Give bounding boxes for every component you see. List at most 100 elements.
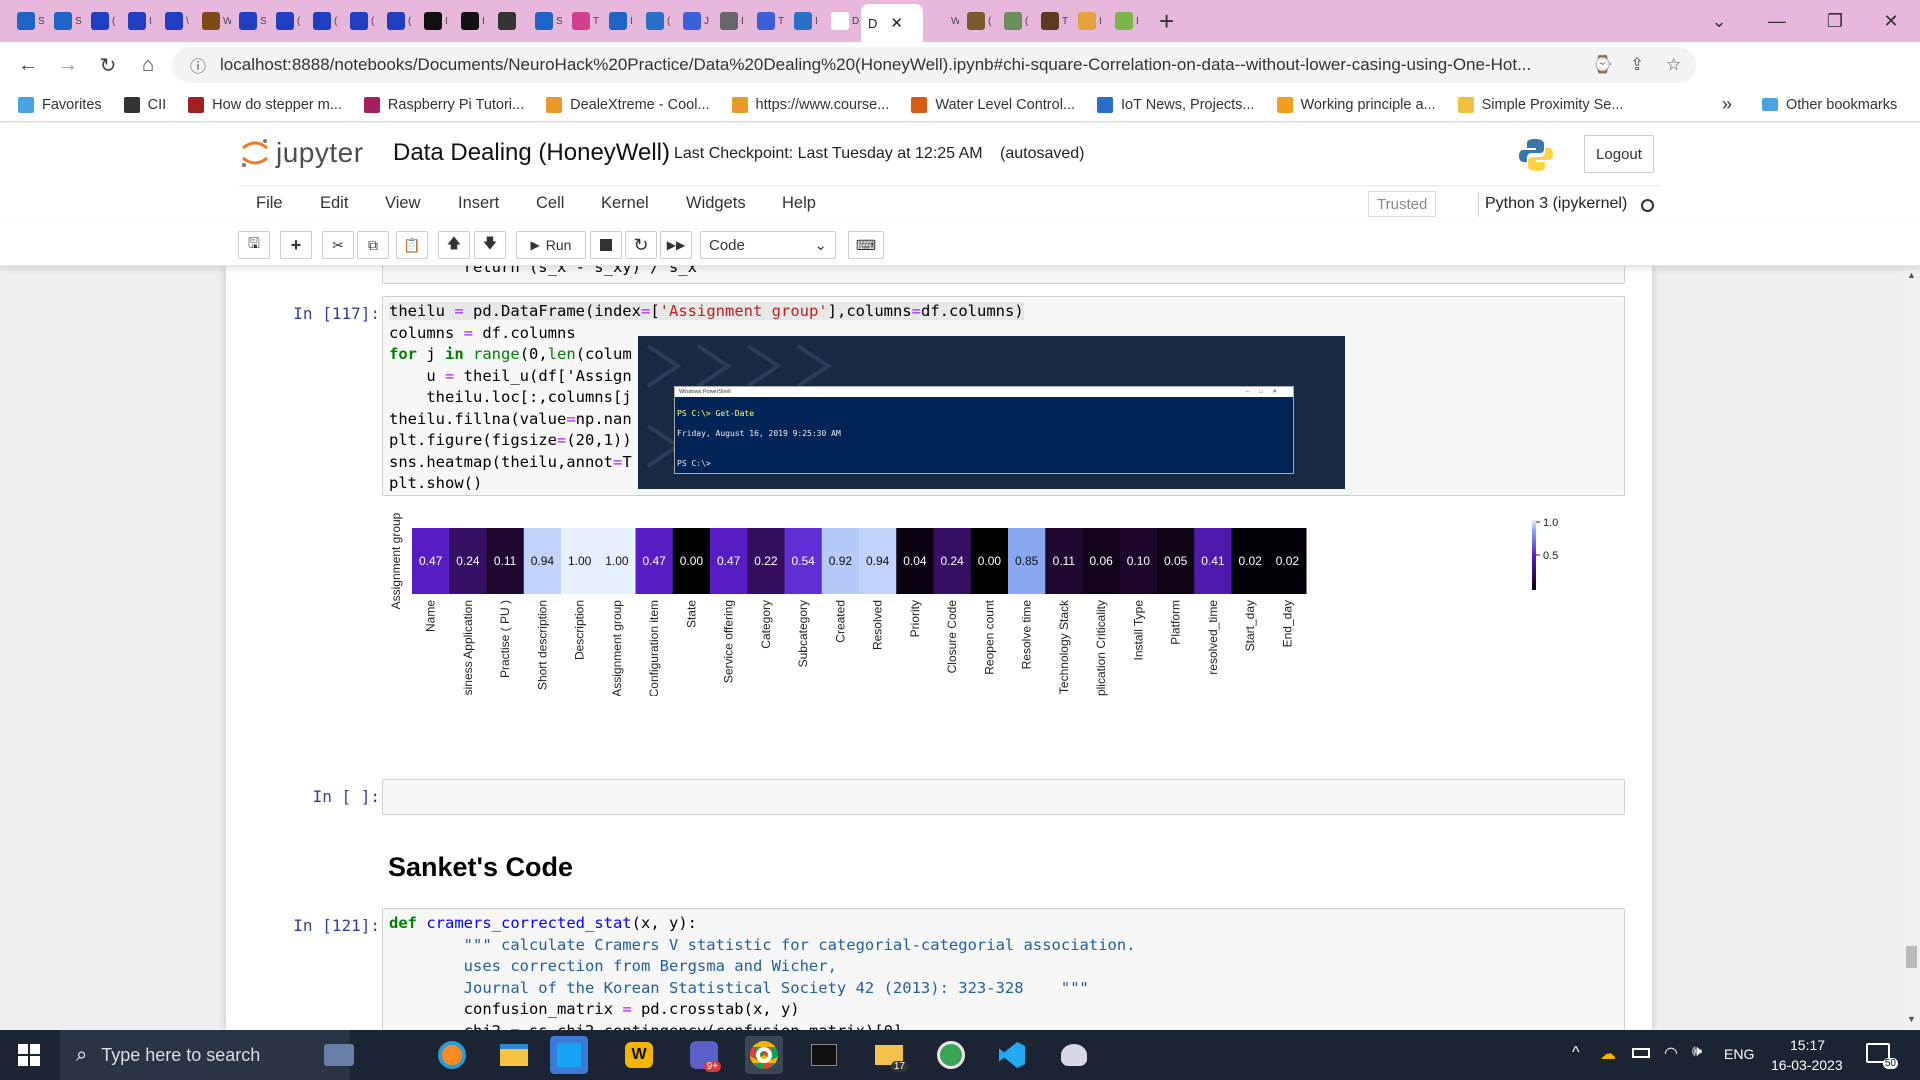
browser-tab[interactable]: (: [343, 5, 380, 37]
browser-tab[interactable]: S: [232, 5, 269, 37]
jupyter-logo[interactable]: jupyter: [240, 135, 364, 171]
show-hidden-icons-chevron-icon[interactable]: ^: [1572, 1044, 1580, 1062]
battery-icon[interactable]: [1632, 1048, 1650, 1058]
browser-tab[interactable]: I: [787, 5, 824, 37]
performance-icon[interactable]: ⌚: [1592, 55, 1613, 75]
browser-tab[interactable]: [491, 5, 528, 37]
terminal-icon[interactable]: [805, 1036, 843, 1074]
teams-icon[interactable]: 9+: [685, 1036, 723, 1074]
close-window-button[interactable]: ✕: [1862, 0, 1920, 42]
edge-browser-icon[interactable]: [433, 1036, 471, 1074]
notification-center-icon[interactable]: 50: [1866, 1043, 1898, 1069]
bookmark-item[interactable]: Water Level Control...: [911, 96, 1075, 113]
logout-button[interactable]: Logout: [1584, 135, 1654, 173]
browser-tab[interactable]: (: [269, 5, 306, 37]
tab-search-chevron-icon[interactable]: ⌄: [1690, 0, 1748, 42]
code-cell-121[interactable]: def cramers_corrected_stat(x, y): """ ca…: [382, 908, 1625, 1030]
save-icon[interactable]: 🖫: [238, 231, 270, 259]
browser-tab[interactable]: I: [1108, 5, 1145, 37]
browser-tab[interactable]: J: [676, 5, 713, 37]
cell-type-select[interactable]: Code ⌄: [700, 231, 836, 259]
bookmark-star-icon[interactable]: ☆: [1666, 55, 1681, 75]
scroll-thumb[interactable]: [1906, 946, 1917, 968]
paste-icon[interactable]: 📋: [396, 231, 428, 259]
browser-tab[interactable]: (: [960, 5, 997, 37]
new-tab-button[interactable]: +: [1159, 6, 1174, 37]
browser-tab[interactable]: (: [639, 5, 676, 37]
wondershare-icon[interactable]: W: [620, 1036, 658, 1074]
bookmark-item[interactable]: Favorites: [18, 96, 102, 113]
move-up-icon[interactable]: 🡅: [438, 231, 470, 259]
bookmark-item[interactable]: Raspberry Pi Tutori...: [363, 96, 524, 113]
wifi-icon[interactable]: ◠: [1664, 1043, 1678, 1063]
share-icon[interactable]: ⇪: [1630, 55, 1644, 75]
bookmark-item[interactable]: IoT News, Projects...: [1097, 96, 1255, 113]
browser-tab[interactable]: (: [380, 5, 417, 37]
move-down-icon[interactable]: 🡇: [474, 231, 506, 259]
browser-tab[interactable]: D: [824, 5, 861, 37]
browser-tab[interactable]: I: [454, 5, 491, 37]
reload-icon[interactable]: ↻: [88, 45, 128, 85]
windows-start-icon[interactable]: [10, 1036, 48, 1074]
menu-widgets[interactable]: Widgets: [686, 194, 746, 213]
back-arrow-icon[interactable]: ←: [8, 45, 48, 85]
browser-tab[interactable]: T: [1034, 5, 1071, 37]
cut-icon[interactable]: ✂: [322, 231, 354, 259]
browser-tab[interactable]: S: [47, 5, 84, 37]
menu-help[interactable]: Help: [782, 194, 816, 213]
menu-view[interactable]: View: [385, 194, 420, 213]
menu-insert[interactable]: Insert: [458, 194, 499, 213]
interrupt-icon[interactable]: [590, 231, 622, 259]
trusted-indicator[interactable]: Trusted: [1368, 191, 1437, 217]
notebook-title[interactable]: Data Dealing (HoneyWell): [393, 139, 670, 167]
active-browser-tab[interactable]: D ✕: [861, 4, 923, 42]
browser-tab[interactable]: W: [195, 5, 232, 37]
restart-run-all-icon[interactable]: ▶▶: [660, 231, 692, 259]
file-explorer-icon[interactable]: [495, 1036, 533, 1074]
mail-icon[interactable]: 17: [870, 1036, 908, 1074]
url-bar[interactable]: ⓘ localhost:8888/notebooks/Documents/Neu…: [172, 47, 1696, 83]
home-icon[interactable]: ⌂: [128, 45, 168, 85]
taskbar-search-box[interactable]: ⌕ Type here to search: [60, 1030, 350, 1080]
browser-tab[interactable]: (: [997, 5, 1034, 37]
browser-tab[interactable]: I: [1071, 5, 1108, 37]
copy-icon[interactable]: ⧉: [357, 231, 389, 259]
run-button[interactable]: ▶ Run: [516, 231, 586, 259]
menu-kernel[interactable]: Kernel: [601, 194, 649, 213]
menu-cell[interactable]: Cell: [536, 194, 564, 213]
browser-tab[interactable]: T: [750, 5, 787, 37]
bookmark-item[interactable]: CII: [123, 96, 166, 113]
cell-121-code[interactable]: def cramers_corrected_stat(x, y): """ ca…: [383, 909, 1624, 1030]
restart-icon[interactable]: ↻: [625, 231, 657, 259]
browser-tab[interactable]: \: [158, 5, 195, 37]
browser-tab[interactable]: (: [306, 5, 343, 37]
volume-icon[interactable]: 🕪: [1692, 1043, 1702, 1061]
sticky-notes-icon[interactable]: [550, 1036, 588, 1074]
maps-globe-icon[interactable]: [932, 1036, 970, 1074]
bookmark-item[interactable]: https://www.course...: [731, 96, 889, 113]
chrome-icon[interactable]: [745, 1036, 783, 1074]
search-highlight-icon[interactable]: [320, 1036, 358, 1074]
empty-code-cell[interactable]: [382, 779, 1625, 815]
browser-tab[interactable]: I: [121, 5, 158, 37]
url-text[interactable]: localhost:8888/notebooks/Documents/Neuro…: [220, 55, 1531, 75]
bookmark-item[interactable]: How do stepper m...: [188, 96, 342, 113]
insert-cell-below-icon[interactable]: +: [280, 231, 312, 259]
browser-tab[interactable]: I: [602, 5, 639, 37]
paint-icon[interactable]: [1055, 1036, 1093, 1074]
minimize-button[interactable]: —: [1748, 0, 1806, 42]
browser-tab[interactable]: I: [713, 5, 750, 37]
clock-time[interactable]: 15:17: [1790, 1037, 1825, 1053]
forward-arrow-icon[interactable]: →: [48, 45, 88, 85]
language-indicator[interactable]: ENG: [1724, 1046, 1754, 1062]
clock-date[interactable]: 16-03-2023: [1771, 1057, 1843, 1073]
previous-code-cell[interactable]: return (s_x - s_xy) / s_x: [382, 266, 1625, 284]
browser-tab[interactable]: I: [417, 5, 454, 37]
browser-tab[interactable]: T: [565, 5, 602, 37]
kernel-name[interactable]: Python 3 (ipykernel): [1485, 195, 1627, 213]
keyboard-shortcuts-icon[interactable]: ⌨: [848, 231, 884, 259]
browser-tab[interactable]: S: [10, 5, 47, 37]
page-scrollbar[interactable]: ▲ ▼: [1903, 266, 1920, 1030]
browser-tab[interactable]: S: [528, 5, 565, 37]
bookmark-item[interactable]: DealeXtreme - Cool...: [546, 96, 710, 113]
